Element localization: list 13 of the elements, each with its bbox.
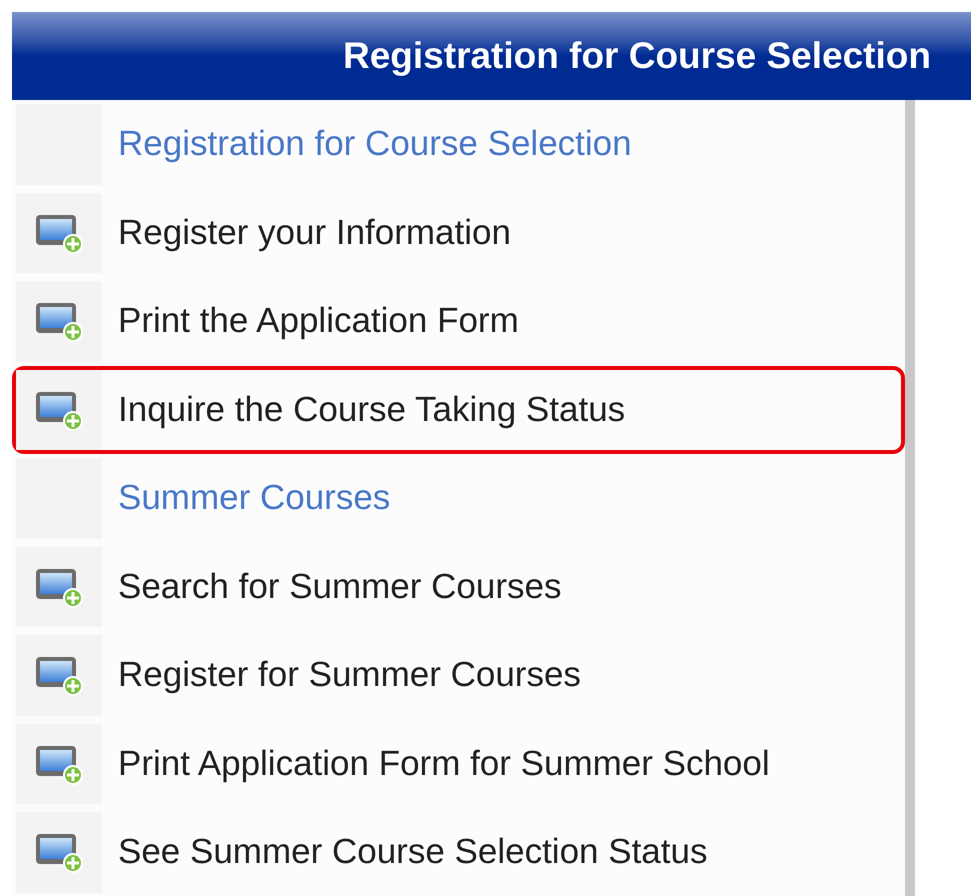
monitor-plus-icon — [35, 831, 83, 874]
menu-item[interactable]: See Summer Course Selection Status — [12, 808, 905, 896]
menu-item[interactable]: Register for Summer Courses — [12, 631, 905, 720]
monitor-plus-icon — [35, 300, 83, 342]
menu-item[interactable]: Search for Summer Courses — [12, 542, 905, 631]
menu-heading: Registration for Course Selection — [118, 124, 632, 164]
header-title: Registration for Course Selection — [343, 35, 931, 77]
menu-item[interactable]: Print Application Form for Summer School — [12, 720, 905, 808]
menu-item[interactable]: Register your Information — [12, 188, 905, 277]
menu-heading: Summer Courses — [118, 478, 390, 518]
menu-item[interactable]: Inquire the Course Taking Status — [12, 366, 905, 454]
menu-item[interactable]: Print the Application Form — [12, 277, 905, 366]
monitor-plus-icon — [35, 654, 83, 696]
